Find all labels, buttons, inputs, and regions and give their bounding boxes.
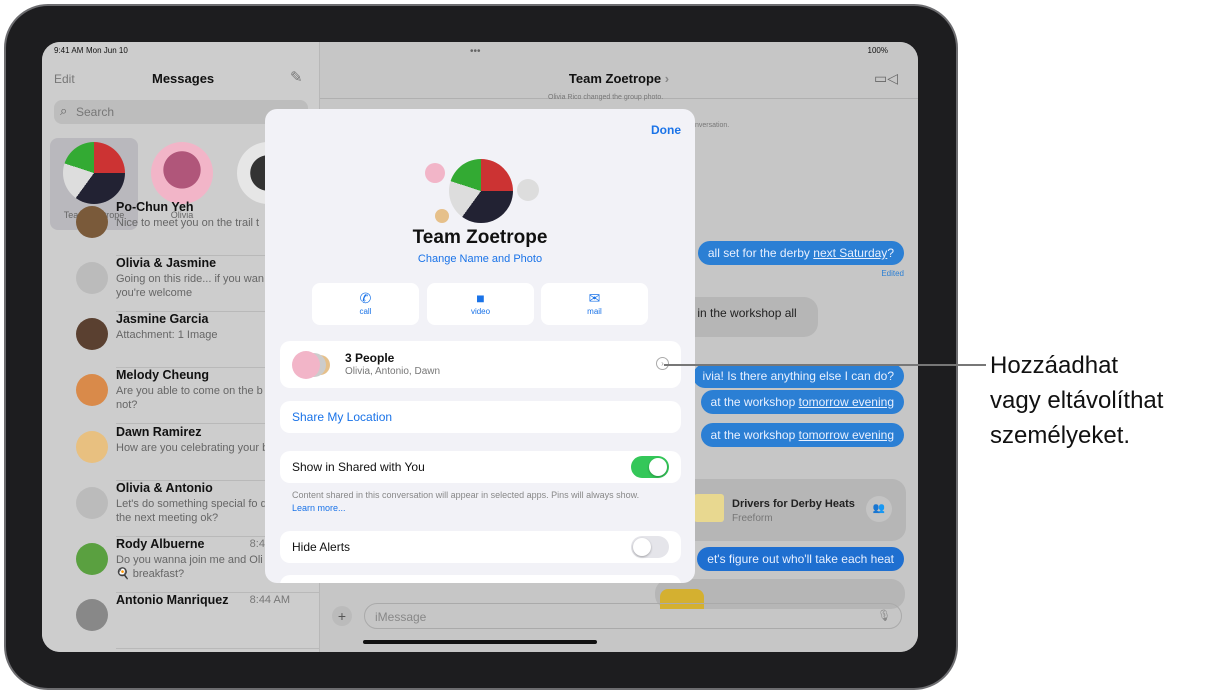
chat-title[interactable]: Team Zoetrope › — [320, 71, 918, 86]
change-name-photo-link[interactable]: Change Name and Photo — [265, 253, 695, 265]
shared-with-you-toggle[interactable] — [631, 456, 669, 478]
apps-plus-button[interactable]: + — [332, 606, 352, 626]
contact-name: Po-Chun Yeh — [116, 200, 194, 214]
system-message: nversation. — [695, 122, 730, 129]
member-avatar — [425, 163, 445, 183]
avatar — [76, 543, 108, 575]
freeform-subtitle: Freeform — [732, 513, 773, 524]
contact-name: Olivia & Antonio — [116, 481, 213, 495]
done-button[interactable]: Done — [651, 123, 681, 137]
status-date: Mon Jun 10 — [86, 46, 128, 55]
message-placeholder: iMessage — [375, 610, 427, 624]
shared-with-you-label: Show in Shared with You — [292, 460, 425, 474]
microphone-icon[interactable]: 🎙 — [877, 609, 891, 622]
message-bubble[interactable]: all set for the derby next Saturday? — [697, 241, 904, 265]
member-avatar — [435, 209, 449, 223]
search-icon: ⌕ — [60, 103, 68, 118]
next-row — [280, 575, 681, 583]
search-placeholder: Search — [76, 105, 115, 119]
avatar — [76, 487, 108, 519]
video-icon: ■ — [476, 290, 485, 306]
group-photo[interactable] — [449, 159, 513, 223]
contact-name: Olivia & Jasmine — [116, 256, 217, 270]
shared-footnote: Content shared in this conversation will… — [292, 490, 640, 513]
freeform-card[interactable]: Drivers for Derby Heats Freeform 👥 — [680, 479, 906, 541]
message-bubble[interactable]: ivia! Is there anything else I can do? — [692, 364, 904, 388]
status-battery: 100% — [867, 46, 888, 55]
compose-icon[interactable]: ✎ — [290, 68, 303, 86]
avatar — [76, 599, 108, 631]
incoming-bubble[interactable]: s in the workshop all — [680, 297, 818, 337]
avatar — [76, 431, 108, 463]
contact-name: Melody Cheung — [116, 368, 210, 382]
edit-button[interactable]: Edit — [54, 72, 75, 86]
group-name: Team Zoetrope — [412, 227, 548, 248]
contact-name: Rody Albuerne — [116, 537, 205, 551]
contact-name: Jasmine Garcia — [116, 312, 209, 326]
phone-icon: ✆ — [359, 290, 372, 306]
chevron-right-icon: › — [664, 71, 670, 86]
group-avatar — [63, 142, 125, 204]
avatar — [76, 318, 108, 350]
people-names: Olivia, Antonio, Dawn — [345, 366, 441, 377]
callout-line — [664, 364, 986, 366]
avatar — [76, 262, 108, 294]
video-call-icon[interactable]: ▭◁ — [874, 70, 898, 87]
message-time: 8:44 AM — [249, 594, 290, 606]
system-message: Olivia Rico changed the group photo. — [548, 94, 664, 101]
hide-alerts-label: Hide Alerts — [292, 540, 351, 554]
message-bubble[interactable]: at the workshop tomorrow evening — [700, 423, 904, 447]
mail-button[interactable]: ✉ mail — [541, 283, 648, 325]
avatar — [151, 142, 213, 204]
conversation-row[interactable]: Antonio Manriquez 8:44 AM — [72, 593, 320, 649]
chat-title-text: Team Zoetrope — [568, 71, 662, 86]
message-bubble[interactable]: at the workshop tomorrow evening — [700, 390, 904, 414]
learn-more-link[interactable]: Learn more... — [292, 503, 346, 513]
multitask-dots[interactable]: ••• — [470, 46, 481, 57]
hide-alerts-row: Hide Alerts — [280, 531, 681, 563]
shared-with-you-row: Show in Shared with You — [280, 451, 681, 483]
divider — [116, 648, 320, 649]
callout-text: Hozzáadhat vagy eltávolíthat személyeket. — [990, 352, 1164, 449]
member-avatar — [517, 179, 539, 201]
mail-icon: ✉ — [588, 290, 601, 306]
sidebar-title: Messages — [152, 71, 215, 86]
group-details-sheet: Done Team Zoetrope Change Name and Photo… — [265, 109, 695, 583]
collaborators-icon[interactable]: 👥 — [866, 496, 892, 522]
hide-alerts-toggle[interactable] — [631, 536, 669, 558]
share-location-row[interactable]: Share My Location — [280, 401, 681, 433]
call-button[interactable]: ✆ call — [312, 283, 419, 325]
edited-label: Edited — [881, 269, 904, 278]
freeform-title: Drivers for Derby Heats — [732, 498, 855, 510]
home-indicator — [363, 640, 597, 644]
contact-name: Dawn Ramirez — [116, 425, 202, 439]
freeform-thumbnail — [694, 494, 724, 522]
share-location-label: Share My Location — [292, 410, 393, 424]
message-input[interactable]: iMessage 🎙 — [364, 603, 902, 629]
avatar — [76, 374, 108, 406]
message-bubble[interactable]: et's figure out who'll take each heat — [697, 547, 904, 571]
contact-name: Antonio Manriquez — [116, 593, 229, 607]
avatar — [76, 206, 108, 238]
people-avatars — [292, 351, 320, 379]
people-row[interactable]: 3 People Olivia, Antonio, Dawn › — [280, 341, 681, 388]
people-count: 3 People — [345, 351, 395, 365]
video-button[interactable]: ■ video — [427, 283, 534, 325]
status-time: 9:41 AM — [54, 46, 84, 55]
